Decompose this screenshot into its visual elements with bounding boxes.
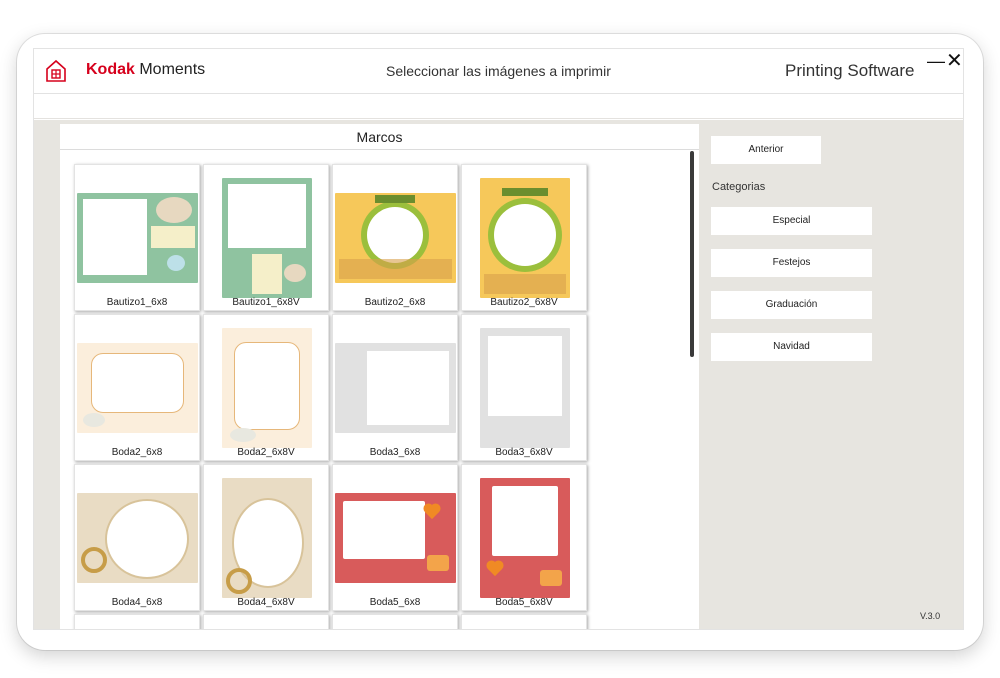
content-area: Marcos Bautizo1_6x8 Bautizo1_6x8V Bautiz… [34, 120, 963, 629]
frame-thumbnail [77, 193, 198, 283]
frame-tile[interactable]: Bautizo1_6x8 [74, 164, 200, 311]
frame-tile[interactable]: Bautizo1_6x8V [203, 164, 329, 311]
frame-thumbnail [222, 478, 312, 598]
page-subtitle: Seleccionar las imágenes a imprimir [386, 63, 611, 79]
frame-tile[interactable] [74, 614, 200, 629]
title-bar: Kodak Moments Seleccionar las imágenes a… [34, 49, 963, 94]
frame-tile[interactable] [203, 614, 329, 629]
frame-tile[interactable]: Bautizo2_6x8 [332, 164, 458, 311]
frame-thumbnail [335, 493, 456, 583]
frame-label: Boda3_6x8V [495, 447, 553, 458]
frame-label: Boda3_6x8 [369, 447, 421, 458]
toolbar-strip [34, 94, 963, 119]
brand-kodak: Kodak [86, 61, 135, 78]
frame-tile[interactable]: Bautizo2_6x8V [461, 164, 587, 311]
frame-label: Bautizo1_6x8 [106, 297, 168, 308]
version-label: V.3.0 [920, 611, 941, 621]
frame-label: Boda4_6x8 [111, 597, 163, 608]
frame-thumbnail [335, 193, 456, 283]
minimize-icon[interactable]: — [927, 52, 945, 70]
home-icon[interactable] [45, 59, 67, 83]
frame-tile[interactable]: Boda5_6x8 [332, 464, 458, 611]
frame-label: Bautizo2_6x8 [364, 297, 426, 308]
frame-thumbnail [480, 478, 570, 598]
frame-tile[interactable]: Boda3_6x8V [461, 314, 587, 461]
frame-tile[interactable] [332, 614, 458, 629]
scrollbar-thumb[interactable] [690, 151, 694, 357]
frame-tile[interactable]: Boda4_6x8 [74, 464, 200, 611]
frame-tile[interactable]: Boda4_6x8V [203, 464, 329, 611]
category-navidad-button[interactable]: Navidad [711, 333, 872, 361]
frame-thumbnail [222, 328, 312, 448]
frame-label: Boda2_6x8V [237, 447, 295, 458]
category-graduacion-button[interactable]: Graduación [711, 291, 872, 319]
frame-tile[interactable]: Boda5_6x8V [461, 464, 587, 611]
frame-thumbnail [222, 178, 312, 298]
category-festejos-button[interactable]: Festejos [711, 249, 872, 277]
frame-label: Bautizo2_6x8V [490, 297, 558, 308]
app-window: Kodak Moments Seleccionar las imágenes a… [33, 48, 964, 630]
brand-logo: Kodak Moments [86, 61, 205, 79]
frame-label: Boda4_6x8V [237, 597, 295, 608]
categories-label: Categorias [712, 181, 766, 193]
category-especial-button[interactable]: Especial [711, 207, 872, 235]
frame-tile[interactable]: Boda2_6x8 [74, 314, 200, 461]
previous-button[interactable]: Anterior [711, 136, 821, 164]
frame-label: Boda5_6x8 [369, 597, 421, 608]
frame-tile[interactable] [461, 614, 587, 629]
frame-tile[interactable]: Boda2_6x8V [203, 314, 329, 461]
frame-thumbnail [77, 343, 198, 433]
frame-thumbnail [77, 493, 198, 583]
frame-label: Boda2_6x8 [111, 447, 163, 458]
frame-thumbnail [480, 328, 570, 448]
close-icon[interactable]: ✕ [946, 51, 963, 71]
frame-thumbnail [480, 178, 570, 298]
frames-panel: Marcos Bautizo1_6x8 Bautizo1_6x8V Bautiz… [60, 124, 699, 629]
brand-moments: Moments [134, 61, 206, 78]
frame-label: Bautizo1_6x8V [232, 297, 300, 308]
app-name: Printing Software [785, 61, 915, 80]
frame-tile[interactable]: Boda3_6x8 [332, 314, 458, 461]
panel-title: Marcos [60, 124, 699, 150]
frame-label: Boda5_6x8V [495, 597, 553, 608]
frame-thumbnail [335, 343, 456, 433]
